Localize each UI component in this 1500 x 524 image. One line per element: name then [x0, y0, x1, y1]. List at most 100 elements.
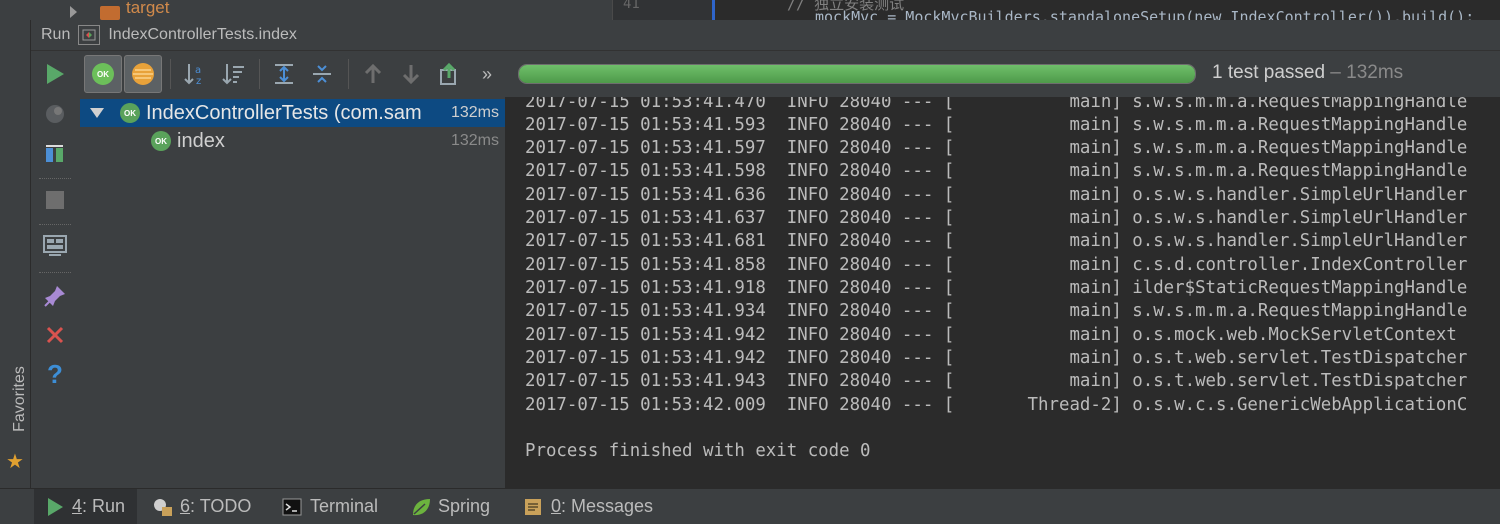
- log-line: 2017-07-15 01:53:41.943 INFO 28040 --- […: [525, 371, 1468, 391]
- layout-icon: [43, 235, 67, 256]
- tab-messages-label: : Messages: [561, 496, 654, 516]
- previous-failed-button[interactable]: [355, 56, 391, 92]
- export-icon: [440, 62, 456, 85]
- tab-run-mnemonic: 4: [72, 496, 83, 516]
- messages-icon: [525, 498, 541, 515]
- editor-gutter: 41: [612, 0, 713, 20]
- pin-tab-button[interactable]: [31, 276, 79, 316]
- run-label: Run: [41, 26, 71, 43]
- log-line: 2017-07-15 01:53:41.858 INFO 28040 --- […: [525, 255, 1468, 275]
- arrow-down-icon: [402, 65, 420, 85]
- collapse-all-icon: [313, 65, 331, 83]
- passed-icon: OK: [120, 103, 140, 123]
- log-line: 2017-07-15 01:53:41.597 INFO 28040 --- […: [525, 138, 1468, 158]
- tree-child-label: index: [177, 129, 225, 152]
- test-status-time: – 132ms: [1325, 62, 1404, 83]
- tab-terminal-label: Terminal: [310, 496, 379, 516]
- run-config-name[interactable]: IndexControllerTests.index: [108, 26, 297, 44]
- tab-todo-label: : TODO: [190, 496, 252, 516]
- terminal-icon: [282, 498, 302, 515]
- editor-strip: target 41 // 独立安装测试 mockMvc = MockMvcBui…: [0, 0, 1500, 20]
- toggle-auto-test-button[interactable]: [31, 134, 79, 174]
- log-line: 2017-07-15 01:53:41.681 INFO 28040 --- […: [525, 231, 1468, 251]
- expand-arrow-icon[interactable]: [70, 6, 77, 18]
- tab-run-label: : Run: [82, 496, 126, 516]
- tree-row-root[interactable]: OK IndexControllerTests (com.sam 132ms: [80, 99, 505, 127]
- run-icon: [47, 64, 64, 84]
- console-output[interactable]: 2017-07-15 01:53:41.470 INFO 28040 --- […: [506, 97, 1500, 488]
- chevron-double-right-icon: »: [481, 63, 492, 84]
- rerun-button[interactable]: [31, 54, 79, 94]
- ok-badge-icon: OK: [92, 63, 114, 85]
- expand-all-button[interactable]: [266, 56, 302, 92]
- line-number: 41: [623, 0, 640, 12]
- log-line: 2017-07-15 01:53:41.637 INFO 28040 --- […: [525, 208, 1468, 228]
- editor-code[interactable]: // 独立安装测试 mockMvc = MockMvcBuilders.stan…: [712, 0, 1500, 20]
- ignored-tests-icon: [132, 63, 154, 85]
- next-failed-button[interactable]: [393, 56, 429, 92]
- log-line: 2017-07-15 01:53:41.934 INFO 28040 --- […: [525, 301, 1468, 321]
- export-results-button[interactable]: [431, 56, 467, 92]
- log-line: 2017-07-15 01:53:41.942 INFO 28040 --- […: [525, 348, 1468, 368]
- log-line: 2017-07-15 01:53:41.598 INFO 28040 --- […: [525, 161, 1468, 181]
- tab-spring[interactable]: Spring: [410, 489, 490, 524]
- log-line: 2017-07-15 01:53:41.470 INFO 28040 --- […: [525, 97, 1468, 112]
- exit-message: Process finished with exit code 0: [525, 441, 871, 461]
- tree-row-index[interactable]: OK index 132ms: [80, 127, 505, 155]
- chevron-down-icon[interactable]: [90, 108, 104, 118]
- tab-messages-mnemonic: 0: [551, 496, 562, 516]
- tab-todo[interactable]: 6: TODO: [152, 489, 251, 524]
- run-tool-window-header: Run IndexControllerTests.index: [31, 20, 1500, 51]
- close-icon: [46, 326, 64, 344]
- close-button[interactable]: [31, 315, 79, 355]
- rerun-failed-icon: [46, 105, 64, 123]
- tree-root-duration: 132ms: [450, 104, 499, 121]
- svg-text:a: a: [195, 65, 201, 76]
- tab-terminal[interactable]: Terminal: [282, 489, 378, 524]
- svg-text:z: z: [196, 76, 201, 87]
- folder-label[interactable]: target: [126, 0, 169, 16]
- show-passed-toggle[interactable]: OK: [84, 55, 122, 93]
- log-line: 2017-07-15 01:53:41.593 INFO 28040 --- […: [525, 115, 1468, 135]
- log-line: 2017-07-15 01:53:42.009 INFO 28040 --- […: [525, 395, 1468, 415]
- code-line: mockMvc = MockMvcBuilders.standaloneSetu…: [815, 8, 1475, 20]
- tool-window-bar: 4: Run 6: TODO Terminal Spring 0: Messag…: [0, 488, 1500, 524]
- help-icon: ?: [47, 358, 63, 389]
- stop-icon: [46, 191, 64, 209]
- run-icon: [48, 497, 63, 516]
- tab-todo-mnemonic: 6: [180, 496, 191, 516]
- test-progress-bar: [518, 64, 1196, 84]
- log-line: 2017-07-15 01:53:41.942 INFO 28040 --- […: [525, 325, 1457, 345]
- folder-icon: [100, 6, 120, 20]
- star-icon[interactable]: ★: [6, 449, 24, 474]
- collapse-all-button[interactable]: [304, 56, 340, 92]
- help-button[interactable]: ?: [31, 354, 79, 394]
- sort-duration-icon: [222, 64, 244, 85]
- test-tree: OK IndexControllerTests (com.sam 132ms O…: [80, 97, 506, 488]
- log-line: 2017-07-15 01:53:41.918 INFO 28040 --- […: [525, 278, 1468, 298]
- spring-leaf-icon: [413, 498, 430, 515]
- test-progress-fill: [519, 65, 1195, 83]
- auto-test-icon: [46, 145, 63, 162]
- sort-by-duration-button[interactable]: [215, 56, 251, 92]
- more-actions-button[interactable]: »: [469, 56, 505, 92]
- favorites-tab[interactable]: Favorites: [11, 366, 29, 432]
- rerun-failed-button[interactable]: [31, 94, 79, 134]
- layout-button[interactable]: [31, 226, 79, 266]
- test-status: 1 test passed – 132ms: [1212, 62, 1403, 84]
- pin-icon: [44, 286, 65, 307]
- arrow-up-icon: [364, 63, 382, 83]
- sort-alphabetically-button[interactable]: az: [177, 56, 213, 92]
- tree-root-label: IndexControllerTests (com.sam: [146, 101, 422, 124]
- sort-alpha-icon: az: [184, 64, 201, 87]
- expand-all-icon: [275, 64, 293, 84]
- tree-child-duration: 132ms: [450, 132, 499, 149]
- tab-messages[interactable]: 0: Messages: [523, 489, 653, 524]
- passed-icon: OK: [151, 131, 171, 151]
- show-ignored-toggle[interactable]: [124, 55, 162, 93]
- project-pane: target: [0, 0, 612, 20]
- log-line: 2017-07-15 01:53:41.636 INFO 28040 --- […: [525, 185, 1468, 205]
- tab-run[interactable]: 4: Run: [34, 489, 138, 524]
- todo-icon: [154, 498, 172, 516]
- stop-button[interactable]: [31, 180, 79, 220]
